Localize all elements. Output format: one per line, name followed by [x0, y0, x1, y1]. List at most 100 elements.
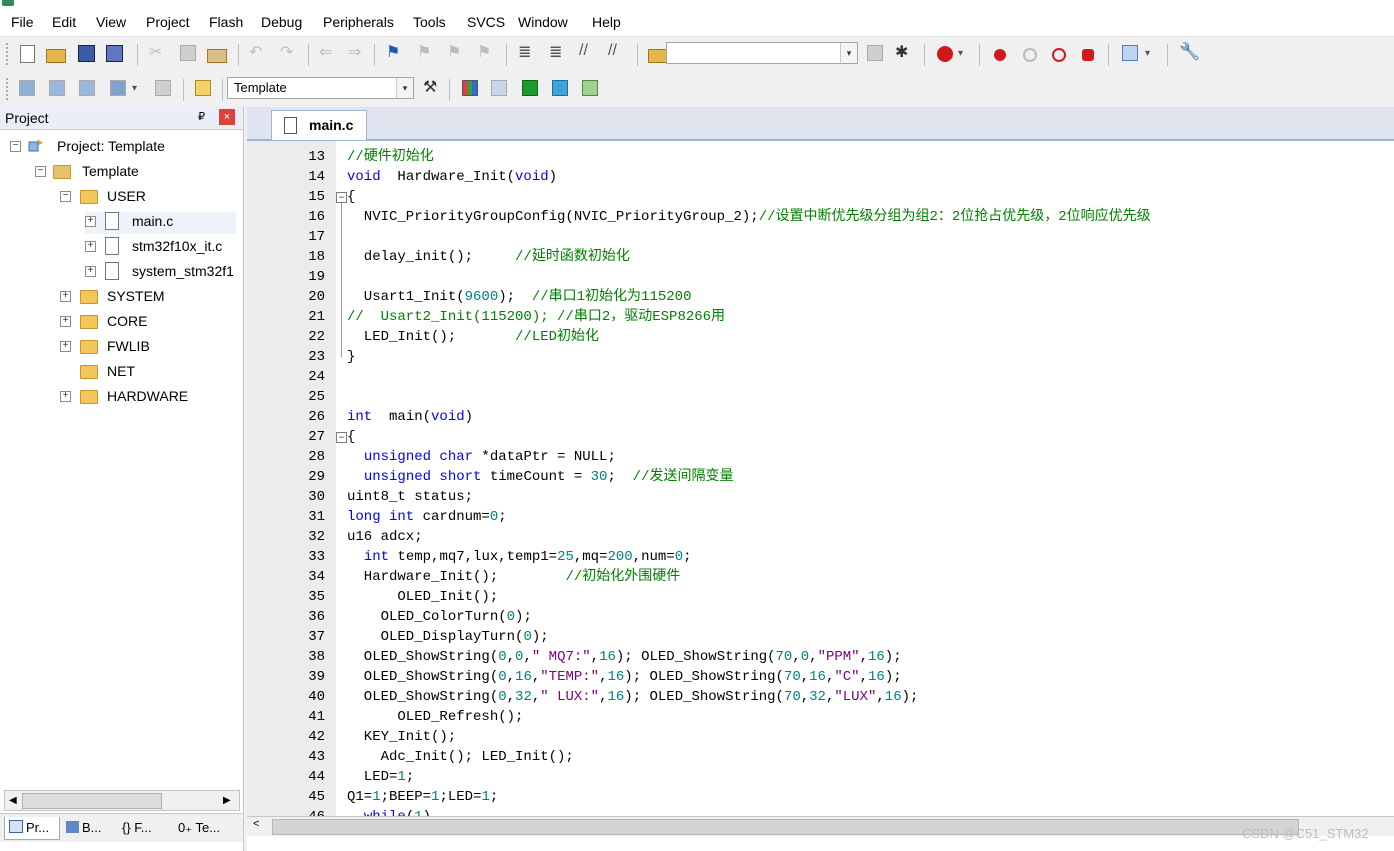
- code-line[interactable]: {: [347, 427, 355, 447]
- code-line[interactable]: OLED_ColorTurn(0);: [347, 607, 532, 627]
- scroll-left-icon[interactable]: <: [253, 818, 259, 830]
- code-line[interactable]: Hardware_Init(); //初始化外围硬件: [347, 567, 680, 587]
- collapse-icon[interactable]: −: [35, 166, 46, 177]
- editor-horizontal-scrollbar[interactable]: <: [247, 816, 1394, 836]
- target-select[interactable]: Template ▾: [227, 77, 414, 99]
- configure-icon[interactable]: 🔧: [1179, 42, 1200, 61]
- tree-item-group-net[interactable]: NET: [60, 362, 230, 384]
- menu-svcs[interactable]: SVCS: [467, 14, 505, 30]
- code-line[interactable]: Adc_Init(); LED_Init();: [347, 747, 574, 767]
- expand-icon[interactable]: +: [60, 341, 71, 352]
- code-line[interactable]: }: [347, 347, 355, 367]
- comment-icon[interactable]: //: [579, 42, 597, 60]
- uncomment-icon[interactable]: //: [608, 42, 626, 60]
- tree-horizontal-scrollbar[interactable]: ◀ ▶: [4, 790, 240, 811]
- code-line[interactable]: uint8_t status;: [347, 487, 473, 507]
- code-line[interactable]: OLED_ShowString(0,0," MQ7:",16); OLED_Sh…: [347, 647, 902, 667]
- expand-icon[interactable]: +: [85, 216, 96, 227]
- collapse-icon[interactable]: −: [60, 191, 71, 202]
- tab-functions[interactable]: {} F...: [122, 817, 174, 839]
- code-line[interactable]: void Hardware_Init(void): [347, 167, 557, 187]
- code-line[interactable]: //硬件初始化: [347, 147, 434, 167]
- chevron-down-icon[interactable]: ▾: [958, 48, 976, 66]
- menu-project[interactable]: Project: [146, 14, 190, 30]
- enable-breakpoint-icon[interactable]: [1023, 48, 1037, 62]
- code-line[interactable]: Usart1_Init(9600); //串口1初始化为115200: [347, 287, 692, 307]
- code-line[interactable]: KEY_Init();: [347, 727, 456, 747]
- find-combo[interactable]: ▾: [666, 42, 858, 64]
- build-icon[interactable]: [49, 80, 65, 96]
- manage-packs-icon[interactable]: [522, 80, 538, 96]
- code-line[interactable]: delay_init(); //延时函数初始化: [347, 247, 630, 267]
- target-options-icon[interactable]: ⚒: [423, 77, 441, 96]
- tree-item-file[interactable]: + system_stm32f1: [85, 262, 236, 284]
- run-time-environment-icon[interactable]: [582, 80, 598, 96]
- code-area[interactable]: //硬件初始化 void Hardware_Init(void) { NVIC_Pr…: [347, 141, 1392, 816]
- expand-icon[interactable]: +: [60, 291, 71, 302]
- close-icon[interactable]: ×: [219, 109, 235, 125]
- undo-icon[interactable]: ↶: [249, 42, 267, 61]
- scroll-right-icon[interactable]: ▶: [223, 791, 231, 810]
- code-line[interactable]: // Usart2_Init(115200); //串口2，驱动ESP8266用: [347, 307, 725, 327]
- code-line[interactable]: OLED_ShowString(0,16,"TEMP:",16); OLED_S…: [347, 667, 902, 687]
- tree-item-group-system[interactable]: + SYSTEM: [60, 287, 230, 309]
- expand-icon[interactable]: +: [85, 241, 96, 252]
- translate-icon[interactable]: [19, 80, 35, 96]
- menu-flash[interactable]: Flash: [209, 14, 243, 30]
- code-line[interactable]: while(1): [347, 807, 431, 816]
- file-extensions-icon[interactable]: [491, 80, 507, 96]
- fold-toggle-icon[interactable]: −: [336, 432, 347, 443]
- nav-forward-icon[interactable]: ⇒: [348, 42, 366, 61]
- tree-item-group-core[interactable]: + CORE: [60, 312, 230, 334]
- open-folder-icon[interactable]: [46, 49, 66, 63]
- scrollbar-thumb[interactable]: [272, 819, 1299, 835]
- tree-item-file[interactable]: + stm32f10x_it.c: [85, 237, 236, 259]
- tree-item-group-user[interactable]: − USER: [60, 187, 230, 209]
- redo-icon[interactable]: ↷: [280, 42, 298, 61]
- menu-view[interactable]: View: [96, 14, 126, 30]
- tree-item-group-hardware[interactable]: + HARDWARE: [60, 387, 230, 409]
- fold-toggle-icon[interactable]: −: [336, 192, 347, 203]
- next-bookmark-icon[interactable]: ⚑: [447, 42, 465, 61]
- clear-bookmarks-icon[interactable]: ⚑: [477, 42, 495, 61]
- tab-books[interactable]: B...: [62, 817, 116, 839]
- code-line[interactable]: {: [347, 187, 355, 207]
- code-line[interactable]: OLED_Init();: [347, 587, 498, 607]
- prev-bookmark-icon[interactable]: ⚑: [417, 42, 435, 61]
- incremental-find-icon[interactable]: ✱: [895, 42, 913, 61]
- cut-icon[interactable]: ✂: [149, 42, 167, 61]
- tree-item-file[interactable]: + main.c: [85, 212, 236, 234]
- code-line[interactable]: long int cardnum=0;: [347, 507, 507, 527]
- code-line[interactable]: Q1=1;BEEP=1;LED=1;: [347, 787, 498, 807]
- menu-window[interactable]: Window: [518, 14, 568, 30]
- chevron-down-icon[interactable]: ▾: [840, 43, 857, 63]
- code-line[interactable]: int temp,mq7,lux,temp1=25,mq=200,num=0;: [347, 547, 692, 567]
- code-line[interactable]: unsigned char *dataPtr = NULL;: [347, 447, 616, 467]
- menu-file[interactable]: File: [11, 14, 34, 30]
- unindent-icon[interactable]: ≣: [549, 42, 567, 61]
- code-line[interactable]: LED=1;: [347, 767, 414, 787]
- select-packs-icon[interactable]: [552, 80, 568, 96]
- new-file-icon[interactable]: [20, 45, 35, 63]
- save-icon[interactable]: [78, 45, 95, 62]
- stop-build-icon[interactable]: [155, 80, 171, 96]
- code-line[interactable]: int main(void): [347, 407, 473, 427]
- copy-icon[interactable]: [180, 45, 196, 61]
- nav-back-icon[interactable]: ⇐: [319, 42, 337, 61]
- save-all-icon[interactable]: [106, 45, 123, 62]
- scrollbar-thumb[interactable]: [22, 793, 162, 809]
- find-in-files-icon[interactable]: [648, 49, 668, 63]
- paste-icon[interactable]: [207, 49, 227, 63]
- code-line[interactable]: OLED_DisplayTurn(0);: [347, 627, 549, 647]
- insert-breakpoint-icon[interactable]: [994, 49, 1006, 61]
- code-line[interactable]: NVIC_PriorityGroupConfig(NVIC_PriorityGr…: [347, 207, 1151, 227]
- menu-peripherals[interactable]: Peripherals: [323, 14, 394, 30]
- tab-main-c[interactable]: main.c: [271, 110, 367, 140]
- code-line[interactable]: OLED_Refresh();: [347, 707, 523, 727]
- disable-breakpoints-icon[interactable]: [1052, 48, 1066, 62]
- code-line[interactable]: unsigned short timeCount = 30; //发送间隔变量: [347, 467, 734, 487]
- batch-build-icon[interactable]: [110, 80, 126, 96]
- pin-icon[interactable]: ₽: [198, 110, 205, 123]
- manage-components-icon[interactable]: [462, 80, 478, 96]
- scroll-left-icon[interactable]: ◀: [9, 791, 17, 810]
